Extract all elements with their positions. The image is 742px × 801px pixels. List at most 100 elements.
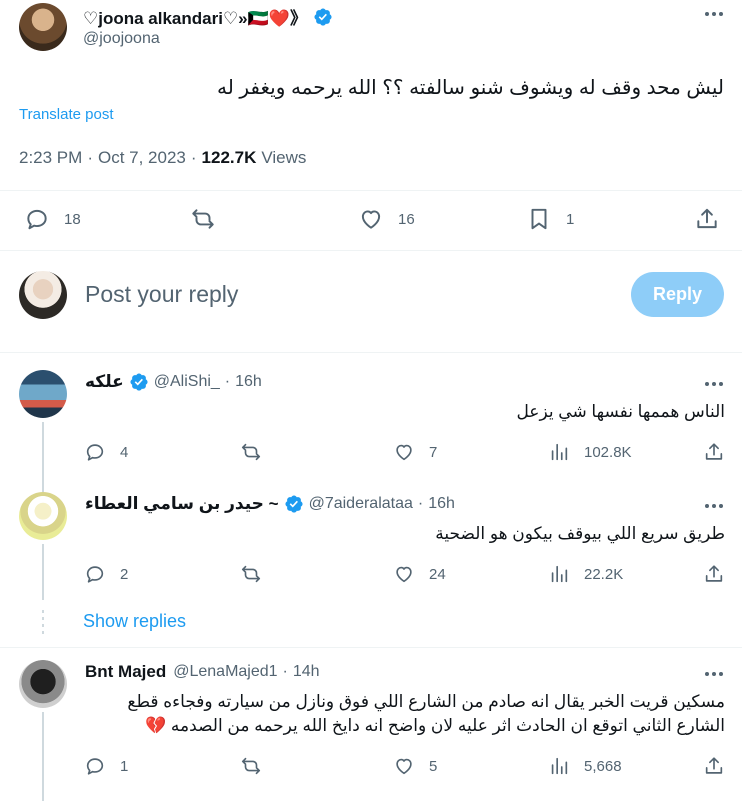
- more-options-icon[interactable]: [702, 374, 726, 394]
- reply-display-name[interactable]: Bnt Majed: [85, 662, 166, 682]
- repost-action[interactable]: [240, 563, 276, 585]
- verified-badge-icon: [314, 7, 332, 26]
- share-icon: [705, 757, 723, 774]
- heart-icon: [396, 758, 412, 775]
- reply-count: 2: [120, 565, 129, 583]
- share-action[interactable]: [703, 563, 725, 585]
- views-action[interactable]: 5,668: [548, 755, 622, 777]
- meta-separator: ·: [417, 495, 424, 512]
- like-action[interactable]: 24: [393, 563, 446, 585]
- bookmark-count: 1: [566, 210, 575, 228]
- reply-icon: [86, 444, 104, 461]
- reply-text: مسكين قريت الخبر يقال انه صادم من الشارع…: [127, 692, 725, 735]
- reply-avatar[interactable]: [19, 492, 67, 540]
- meta-separator: ·: [190, 148, 197, 167]
- verified-badge-icon: [285, 495, 303, 513]
- divider: [0, 647, 742, 648]
- analytics-icon: [551, 565, 568, 583]
- reply-display-name[interactable]: علكه: [85, 372, 124, 392]
- bookmark-icon: [531, 208, 547, 230]
- like-count: 24: [429, 565, 446, 583]
- repost-action[interactable]: [240, 441, 276, 463]
- reply-header: Bnt Majed @LenaMajed1 · 14h: [85, 662, 320, 682]
- like-count: 5: [429, 757, 438, 775]
- reply-count: 4: [120, 443, 129, 461]
- reply-count: 1: [120, 757, 129, 775]
- share-icon: [705, 565, 723, 582]
- share-action[interactable]: [703, 441, 725, 463]
- more-options-icon[interactable]: [702, 496, 726, 516]
- share-icon: [697, 208, 717, 229]
- reply-handle[interactable]: @LenaMajed1: [173, 663, 277, 681]
- reply-avatar[interactable]: [19, 370, 67, 418]
- author-display-name[interactable]: ♡joona alkandari♡»🇰🇼❤️》: [83, 4, 307, 29]
- more-options-icon[interactable]: [702, 664, 726, 684]
- repost-icon: [241, 565, 261, 583]
- post-meta: 2:23 PM · Oct 7, 2023 · 122.7K Views: [19, 148, 306, 168]
- meta-separator: ·: [224, 373, 231, 390]
- views-count: 122.7K: [201, 148, 257, 167]
- reply-time[interactable]: 14h: [293, 663, 320, 681]
- reply-text: طريق سريع اللي بيوقف بيكون هو الضحية: [435, 524, 725, 543]
- divider: [0, 190, 742, 191]
- reply-icon: [86, 758, 104, 775]
- views-count: 5,668: [584, 757, 622, 775]
- author-avatar[interactable]: [19, 3, 67, 51]
- views-count: 102.8K: [584, 443, 632, 461]
- reply-time[interactable]: 16h: [428, 495, 455, 513]
- like-action[interactable]: 16: [358, 206, 415, 232]
- reply-text: الناس هممها نفسها شي يزعل: [516, 402, 725, 421]
- author-handle[interactable]: @joojoona: [83, 30, 160, 48]
- translate-post-link[interactable]: Translate post: [19, 106, 114, 123]
- views-count: 22.2K: [584, 565, 624, 583]
- share-action[interactable]: [694, 206, 720, 232]
- views-action[interactable]: 102.8K: [548, 441, 632, 463]
- post-text: ليش محد وقف له ويشوف شنو سالفته ؟؟ الله …: [216, 77, 724, 99]
- reply-header: حيدر بن سامي العطاء ~ @7aideralataa · 16…: [85, 494, 455, 514]
- reply-display-name[interactable]: حيدر بن سامي العطاء ~: [85, 494, 279, 514]
- thread-dots: [42, 610, 44, 634]
- reply-input[interactable]: Post your reply: [85, 281, 238, 308]
- more-options-icon[interactable]: [702, 4, 726, 24]
- bookmark-action[interactable]: 1: [526, 206, 574, 232]
- analytics-icon: [551, 443, 568, 461]
- reply-button[interactable]: Reply: [631, 272, 724, 317]
- repost-action[interactable]: [190, 206, 230, 232]
- reply-icon: [27, 209, 47, 230]
- reply-action[interactable]: 1: [84, 755, 128, 777]
- meta-separator: ·: [282, 663, 288, 680]
- reply-action[interactable]: 18: [24, 206, 81, 232]
- reply-handle[interactable]: @AliShi_: [154, 373, 220, 391]
- share-icon: [705, 443, 723, 460]
- like-action[interactable]: 5: [393, 755, 437, 777]
- thread-line: [42, 544, 44, 600]
- repost-icon: [192, 209, 214, 229]
- repost-action[interactable]: [240, 755, 276, 777]
- reply-time[interactable]: 16h: [235, 373, 262, 391]
- post-time[interactable]: 2:23 PM: [19, 148, 82, 168]
- divider: [0, 352, 742, 353]
- heart-icon: [361, 210, 381, 229]
- repost-icon: [241, 443, 261, 461]
- reply-avatar[interactable]: [19, 660, 67, 708]
- reply-action[interactable]: 2: [84, 563, 128, 585]
- repost-icon: [241, 757, 261, 775]
- thread-line: [42, 422, 44, 500]
- meta-separator: ·: [87, 148, 93, 167]
- reply-action[interactable]: 4: [84, 441, 128, 463]
- views-action[interactable]: 22.2K: [548, 563, 623, 585]
- verified-badge-icon: [130, 373, 148, 391]
- like-count: 16: [398, 210, 415, 228]
- like-count: 7: [429, 443, 438, 461]
- like-action[interactable]: 7: [393, 441, 437, 463]
- author-name-row: ♡joona alkandari♡»🇰🇼❤️》: [83, 4, 333, 29]
- reply-icon: [86, 566, 104, 583]
- show-replies-link[interactable]: Show replies: [83, 611, 186, 632]
- current-user-avatar[interactable]: [19, 271, 67, 319]
- reply-header: علكه @AliShi_ · 16h: [85, 372, 262, 392]
- heart-icon: [396, 566, 412, 583]
- reply-handle[interactable]: @7aideralataa: [309, 495, 413, 513]
- thread-line: [42, 712, 44, 801]
- post-date[interactable]: Oct 7, 2023: [98, 148, 186, 168]
- share-action[interactable]: [703, 755, 725, 777]
